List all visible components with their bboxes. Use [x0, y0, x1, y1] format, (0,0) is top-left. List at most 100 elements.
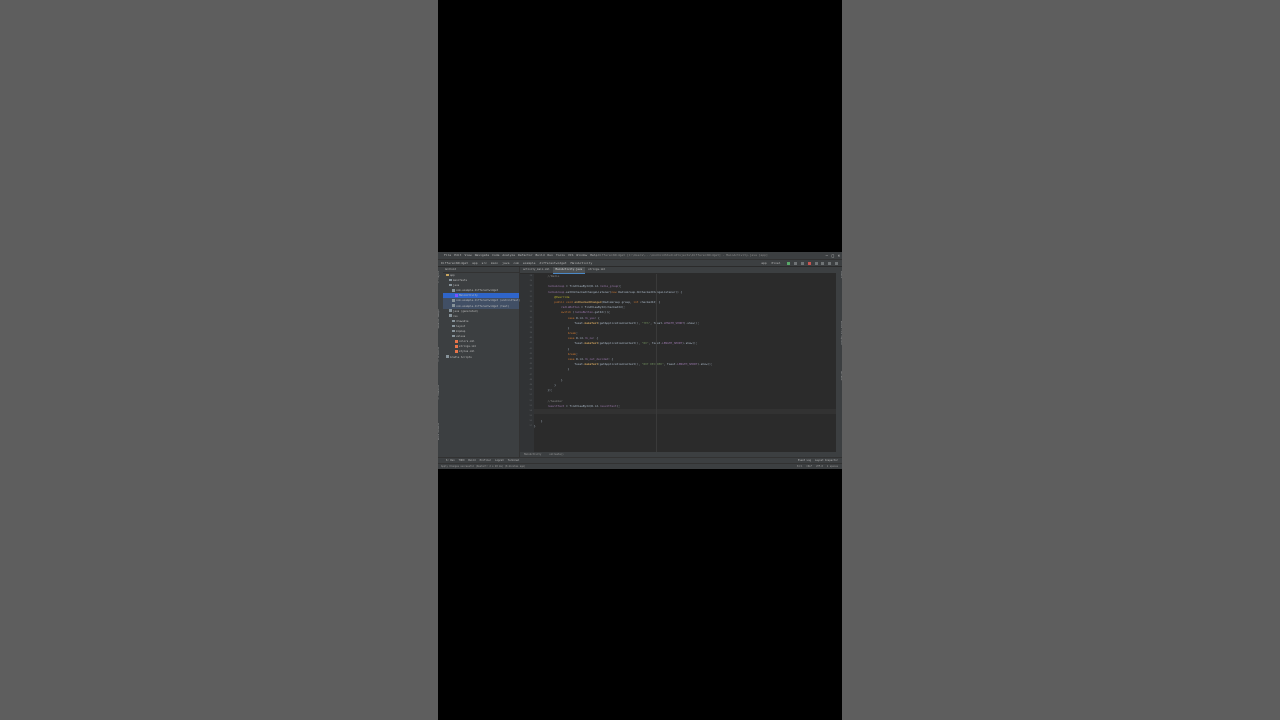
status-bar: Apply Changes successful (Restart: 2 s 2…	[438, 463, 842, 469]
breadcrumb-item[interactable]: java	[502, 261, 509, 265]
code-line[interactable]: }	[534, 424, 836, 429]
xml-file-icon	[455, 345, 458, 348]
folder-icon	[452, 319, 455, 323]
editor-tab[interactable]: strings.xml	[585, 267, 608, 273]
tree-item-label: mipmap	[456, 330, 466, 334]
left-letterbox	[0, 0, 438, 720]
status-widget[interactable]: 54:1	[797, 465, 803, 468]
breadcrumb-item[interactable]: differentwidget	[539, 261, 566, 265]
tree-item-label: java	[453, 284, 460, 288]
folder-icon	[452, 299, 455, 302]
folder-icon	[449, 314, 452, 318]
right-margin-guide	[656, 274, 657, 452]
right-tool-window-button[interactable]: Device File Explorer	[837, 321, 842, 345]
menu-item-view[interactable]: View	[464, 253, 471, 257]
apply-changes-icon[interactable]	[794, 261, 798, 265]
tool-window-button[interactable]: Logcat	[495, 459, 504, 462]
menu-item-file[interactable]: File	[444, 253, 451, 257]
right-tool-window-button[interactable]: Emulator	[837, 371, 842, 381]
tree-item-label: MainActivity	[459, 294, 478, 298]
sync-icon[interactable]	[814, 261, 818, 265]
tree-item-label: Gradle Scripts	[450, 355, 472, 359]
breadcrumb-item[interactable]: example	[523, 261, 536, 265]
xml-file-icon	[455, 350, 458, 353]
run-config-select[interactable]: app	[761, 261, 766, 265]
folder-icon	[452, 329, 455, 333]
menu-item-code[interactable]: Code	[492, 253, 499, 257]
ide-window: File Edit View Navigate Code Analyze Refactor B…	[438, 252, 842, 469]
breadcrumb-item[interactable]: src	[482, 261, 487, 265]
status-widget[interactable]: UTF-8	[816, 465, 823, 468]
navigation-bar: DifferentWidget app src main java com example d…	[438, 260, 842, 266]
folder-icon	[449, 278, 452, 282]
tree-item-label: layout	[456, 324, 466, 328]
tree-item-label: manifests	[453, 279, 468, 283]
tool-window-button[interactable]: Build	[468, 459, 475, 462]
menu-item-build[interactable]: Build	[536, 253, 545, 257]
folder-icon	[452, 324, 455, 328]
status-message: Apply Changes successful (Restart: 2 s 2…	[441, 465, 526, 468]
device-select[interactable]: Pixel	[771, 261, 780, 265]
menu-item-navigate[interactable]: Navigate	[475, 253, 489, 257]
folder-icon	[452, 334, 455, 338]
menu-item-edit[interactable]: Edit	[454, 253, 461, 257]
status-widget[interactable]: 4 spaces	[827, 465, 838, 468]
maximize-icon[interactable]: □	[832, 252, 834, 259]
main-menu: File Edit View Navigate Code Analyze Refactor B…	[444, 253, 600, 257]
status-widget[interactable]: CRLF	[806, 465, 812, 468]
breadcrumb: DifferentWidget app src main java com example d…	[441, 261, 596, 265]
menu-item-run[interactable]: Run	[548, 253, 553, 257]
tree-item[interactable]: com.example.differentwidget (test)	[443, 303, 519, 309]
menu-item-analyze[interactable]: Analyze	[502, 253, 515, 257]
editor-tab[interactable]: activity_main.xml	[520, 267, 553, 273]
breadcrumb-item[interactable]: main	[491, 261, 498, 265]
editor-tabs: activity_main.xml MainActivity.java string…	[520, 267, 836, 274]
menu-item-tools[interactable]: Tools	[556, 253, 565, 257]
avd-manager-icon[interactable]	[821, 261, 825, 265]
tool-window-button[interactable]: Event Log	[798, 459, 811, 462]
tool-window-button[interactable]: 6: Run	[446, 459, 455, 462]
search-icon[interactable]	[835, 261, 838, 265]
tree-item-label: strings.xml	[459, 345, 477, 349]
stop-icon[interactable]	[807, 261, 811, 265]
minimize-icon[interactable]: –	[826, 252, 828, 259]
breadcrumb-item[interactable]: com	[513, 261, 518, 265]
structure-crumb[interactable]: MainActivity	[524, 453, 541, 456]
menu-item-refactor[interactable]: Refactor	[518, 253, 532, 257]
folder-icon	[452, 288, 455, 292]
tool-window-button[interactable]: Terminal	[508, 459, 520, 462]
menu-item-window[interactable]: Window	[576, 253, 587, 257]
tool-window-button[interactable]: TODO	[459, 459, 465, 462]
structure-crumb[interactable]: onCreate()	[549, 453, 563, 456]
tree-item-label: app	[450, 274, 455, 277]
tree-item[interactable]: com.example.differentwidget (androidTest…	[443, 298, 520, 304]
close-icon[interactable]: ×	[838, 252, 840, 259]
breadcrumb-item[interactable]: MainActivity	[571, 261, 593, 265]
line-number: 57	[529, 425, 532, 428]
folder-icon	[446, 355, 449, 358]
tool-window-button[interactable]: Layout Inspector	[815, 459, 838, 462]
class-file-icon	[455, 294, 458, 297]
tool-window-button[interactable]: Profiler	[480, 459, 492, 462]
tree-item[interactable]: Gradle Scripts	[443, 355, 519, 360]
tree-item-label: com.example.differentwidget	[456, 289, 499, 293]
right-tool-window-button[interactable]: Gradle	[837, 271, 842, 278]
project-tree: app manifests java com.example.differentwid…	[443, 273, 520, 360]
menu-item-vcs[interactable]: VCS	[568, 253, 573, 257]
folder-icon	[452, 304, 455, 307]
project-panel: Android app manifests java com.example.diff…	[443, 267, 520, 457]
editor-tab[interactable]: MainActivity.java	[552, 267, 586, 274]
window-title: DifferentWidget [C:\Users\...\AndroidStu…	[598, 253, 768, 257]
toolbar: app Pixel	[761, 260, 838, 266]
run-icon[interactable]	[787, 261, 791, 265]
breadcrumb-item[interactable]: DifferentWidget	[441, 261, 468, 265]
sdk-manager-icon[interactable]	[828, 261, 832, 265]
menu-item-help[interactable]: Help	[590, 253, 597, 257]
breadcrumb-item[interactable]: app	[472, 261, 477, 265]
debug-icon[interactable]	[800, 261, 804, 265]
tree-item-label: res	[453, 314, 458, 318]
tree-item-label: values	[456, 335, 466, 339]
line-number-gutter: 28 29 30 31 32 33 34 35 36 37 38 39 40 41 42 43 44 45 46 47…	[520, 274, 534, 452]
code-editor[interactable]: //Radio radioGroup = findViewById(R.id.r…	[534, 274, 836, 452]
tree-item-label: styles.xml	[459, 350, 475, 354]
